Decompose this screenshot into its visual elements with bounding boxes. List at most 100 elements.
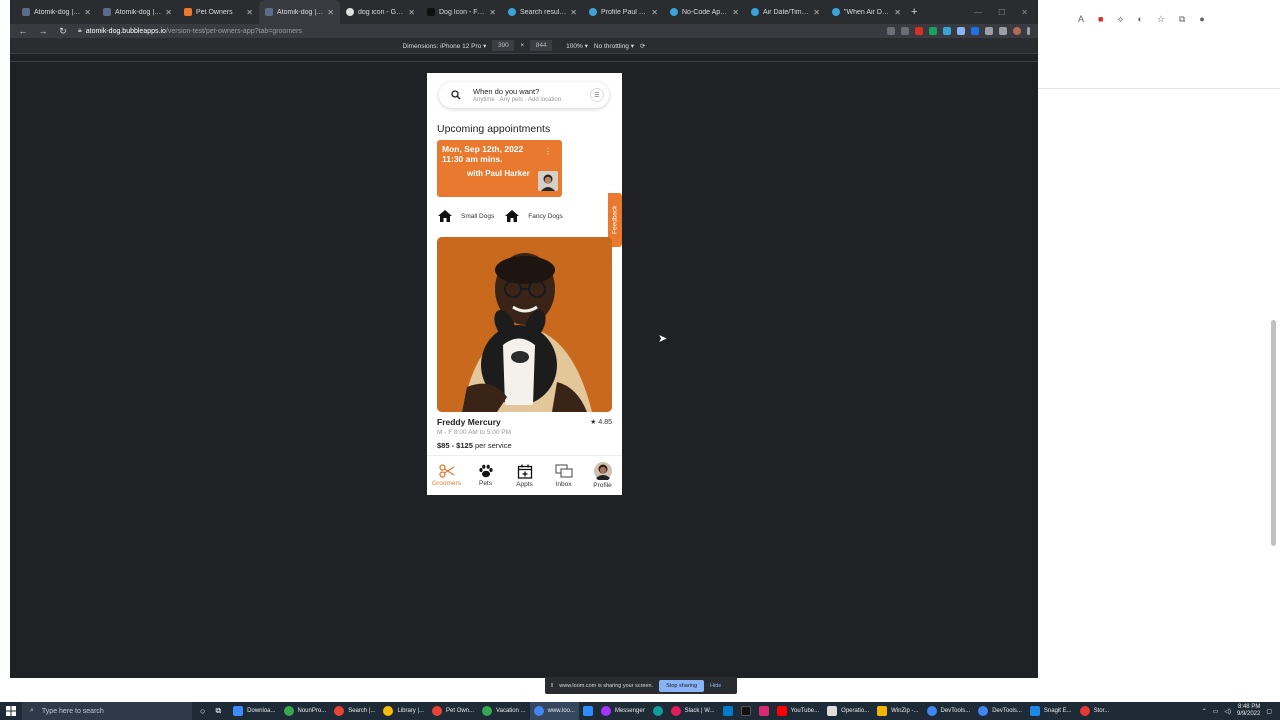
- throttling-select[interactable]: No throttling ▾: [594, 42, 634, 50]
- taskbar-app[interactable]: Messenger: [597, 702, 649, 720]
- new-tab-button[interactable]: +: [911, 6, 917, 18]
- close-window-icon[interactable]: ✕: [1021, 8, 1028, 17]
- close-icon[interactable]: ✕: [246, 8, 253, 17]
- task-view-icon[interactable]: ⧉: [215, 706, 221, 716]
- extension-icon[interactable]: [929, 27, 937, 35]
- stop-sharing-button[interactable]: Stop sharing: [659, 679, 705, 692]
- browser-tab[interactable]: Atomik-dog | Bubble ✕: [97, 0, 178, 24]
- taskbar-app[interactable]: Operatio...: [823, 702, 873, 720]
- share-icon[interactable]: [887, 27, 895, 35]
- collections-icon[interactable]: ⧉: [1179, 14, 1185, 25]
- puzzle-icon[interactable]: [985, 27, 993, 35]
- close-icon[interactable]: ✕: [894, 8, 901, 17]
- category-small-dogs[interactable]: Small Dogs: [437, 209, 494, 223]
- zoom-icon[interactable]: [579, 702, 597, 720]
- nav-groomers[interactable]: Groomers: [429, 464, 465, 487]
- extension-icon[interactable]: [915, 27, 923, 35]
- browser-tab[interactable]: Pet Owners ✕: [178, 0, 259, 24]
- taskbar-app[interactable]: WinZip -...: [873, 702, 922, 720]
- extension-icon[interactable]: ■: [1098, 14, 1103, 25]
- read-aloud-icon[interactable]: A: [1078, 14, 1084, 25]
- close-icon[interactable]: ✕: [813, 8, 820, 17]
- device-dimensions-select[interactable]: Dimensions: iPhone 12 Pro ▾: [403, 42, 487, 50]
- rotate-icon[interactable]: ⟳: [640, 42, 645, 50]
- nav-appts[interactable]: Appts: [507, 464, 543, 488]
- profile-avatar[interactable]: [1013, 27, 1021, 35]
- extension-icon[interactable]: [957, 27, 965, 35]
- nav-profile[interactable]: Profile: [585, 462, 621, 489]
- browser-tab[interactable]: Profile Paul Harker ✕: [583, 0, 664, 24]
- browser-tab[interactable]: Search results for ✕: [502, 0, 583, 24]
- taskbar-app[interactable]: Slack | W...: [667, 702, 719, 720]
- close-icon[interactable]: ✕: [570, 8, 577, 17]
- forward-arrow-icon[interactable]: →: [38, 26, 48, 36]
- close-icon[interactable]: ✕: [327, 8, 334, 17]
- browser-tab[interactable]: No-Code App Plu ✕: [664, 0, 745, 24]
- close-icon[interactable]: ✕: [165, 8, 172, 17]
- close-icon[interactable]: ✕: [84, 8, 91, 17]
- nav-pets[interactable]: Pets: [468, 464, 504, 487]
- extension-icon[interactable]: ⟡: [1117, 14, 1123, 25]
- reload-icon[interactable]: ↻: [58, 26, 68, 37]
- nav-inbox[interactable]: Inbox: [546, 463, 582, 488]
- hide-button[interactable]: Hide: [710, 683, 721, 689]
- profile-avatar[interactable]: ●: [1199, 14, 1204, 25]
- taskbar-app[interactable]: Vacation ...: [478, 702, 530, 720]
- viewport-height-input[interactable]: 844: [530, 40, 553, 51]
- close-icon[interactable]: ✕: [489, 8, 496, 17]
- appointment-card[interactable]: Mon, Sep 12th, 2022 11:30 am mins. ⋮ wit…: [437, 140, 562, 197]
- browser-tab[interactable]: "When Air Date/Ti ✕: [826, 0, 907, 24]
- taskbar-search[interactable]: ⌕ Type here to search: [22, 702, 192, 720]
- maximize-icon[interactable]: ☐: [998, 8, 1005, 17]
- edge-icon[interactable]: ◐: [1137, 14, 1142, 25]
- taskbar-app[interactable]: Downloa...: [229, 702, 279, 720]
- close-icon[interactable]: ✕: [651, 8, 658, 17]
- zoom-select[interactable]: 100% ▾: [566, 42, 588, 50]
- tiktok-icon[interactable]: [737, 702, 755, 720]
- edge-icon[interactable]: [649, 702, 667, 720]
- volume-icon[interactable]: ◁): [1224, 708, 1231, 715]
- extension-icon[interactable]: [971, 27, 979, 35]
- chevron-up-icon[interactable]: ⌃: [1202, 708, 1207, 715]
- notifications-icon[interactable]: ▢: [1266, 708, 1272, 715]
- vscode-icon[interactable]: [719, 702, 737, 720]
- browser-tab-active[interactable]: Atomik-dog | Bubble ✕: [259, 0, 340, 24]
- browser-tab[interactable]: dog icon - Google ✕: [340, 0, 421, 24]
- extension-icon[interactable]: [943, 27, 951, 35]
- taskbar-app[interactable]: DevTools...: [923, 702, 975, 720]
- windows-start-button[interactable]: [0, 702, 22, 720]
- filter-button[interactable]: ☰: [590, 88, 604, 102]
- taskbar-app[interactable]: NounPro...: [280, 702, 331, 720]
- taskbar-app[interactable]: Stor...: [1076, 702, 1114, 720]
- taskbar-app[interactable]: Search |...: [330, 702, 379, 720]
- search-bar[interactable]: When do you want? Anytime · Any pets · A…: [439, 82, 609, 108]
- close-icon[interactable]: ✕: [732, 8, 739, 17]
- network-icon[interactable]: ▭: [1213, 708, 1219, 715]
- instagram-icon[interactable]: [755, 702, 773, 720]
- more-menu-icon[interactable]: ⋮: [544, 147, 552, 156]
- taskbar-app[interactable]: Library |...: [379, 702, 428, 720]
- menu-dots-icon[interactable]: [1027, 27, 1030, 35]
- cortana-icon[interactable]: ○: [200, 706, 205, 716]
- star-icon[interactable]: [901, 27, 909, 35]
- taskbar-app[interactable]: www.loo...: [529, 702, 579, 720]
- groomer-name[interactable]: Freddy Mercury: [437, 417, 501, 427]
- drag-handle-icon[interactable]: ‖: [551, 683, 553, 689]
- minimize-icon[interactable]: —: [974, 8, 982, 17]
- url-field[interactable]: 🔒︎ atomik-dog.bubbleapps.io/version-test…: [78, 25, 877, 37]
- taskbar-app[interactable]: Snagit E...: [1026, 702, 1076, 720]
- browser-tab[interactable]: Air Date/Time Pic ✕: [745, 0, 826, 24]
- category-fancy-dogs[interactable]: Fancy Dogs: [504, 209, 563, 223]
- star-icon[interactable]: ☆: [1157, 14, 1165, 25]
- back-arrow-icon[interactable]: ←: [18, 26, 28, 36]
- scrollbar[interactable]: [1271, 320, 1276, 546]
- close-icon[interactable]: ✕: [408, 8, 415, 17]
- browser-tab[interactable]: Dog Icon - Free H ✕: [421, 0, 502, 24]
- browser-tab[interactable]: Atomik-dog | Bubble ✕: [16, 0, 97, 24]
- taskbar-app[interactable]: DevTools...: [974, 702, 1026, 720]
- groomer-photo[interactable]: [437, 237, 612, 412]
- sidepanel-icon[interactable]: [999, 27, 1007, 35]
- taskbar-app[interactable]: Pet Own...: [428, 702, 478, 720]
- taskbar-app[interactable]: YouTube...: [773, 702, 824, 720]
- clock[interactable]: 8:48 PM 9/9/2022: [1237, 704, 1260, 718]
